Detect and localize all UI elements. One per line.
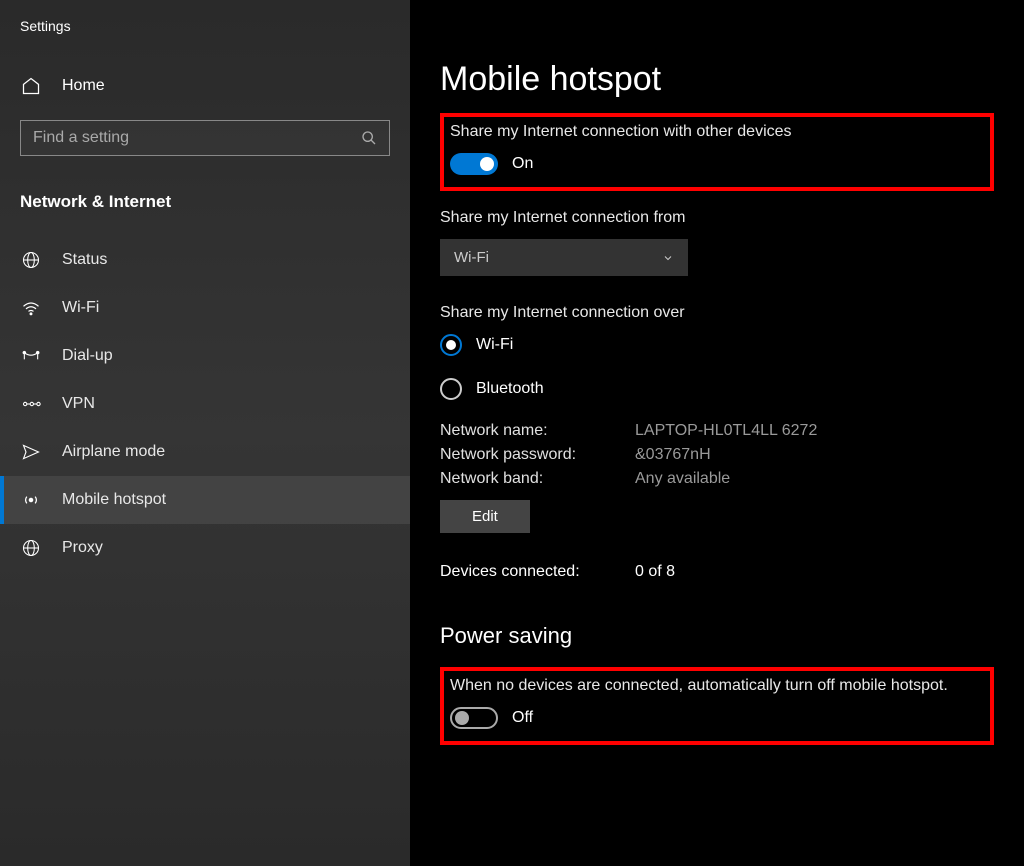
devices-value: 0 of 8 [635,563,675,581]
home-icon [20,76,42,96]
network-password-value: &03767nH [635,446,711,464]
proxy-icon [20,538,42,558]
power-toggle-status: Off [512,709,533,727]
wifi-icon [20,298,42,318]
radio-label: Wi-Fi [476,336,513,354]
globe-icon [20,250,42,270]
radio-icon [440,378,462,400]
home-nav[interactable]: Home [0,64,410,108]
network-name-value: LAPTOP-HL0TL4LL 6272 [635,422,817,440]
power-heading: Power saving [440,623,994,649]
airplane-icon [20,442,42,462]
sidebar-item-label: Airplane mode [62,443,165,461]
sidebar-item-dialup[interactable]: Dial-up [0,332,410,380]
network-band-value: Any available [635,470,730,488]
search-input[interactable] [33,129,361,147]
sidebar: Settings Home Network & Internet Status [0,0,410,866]
devices-label: Devices connected: [440,563,635,581]
sidebar-category: Network & Internet [0,176,410,236]
sidebar-item-airplane[interactable]: Airplane mode [0,428,410,476]
share-toggle-highlight: Share my Internet connection with other … [440,113,994,191]
main-content: Mobile hotspot Share my Internet connect… [410,0,1024,866]
sidebar-item-wifi[interactable]: Wi-Fi [0,284,410,332]
over-radio-wifi[interactable]: Wi-Fi [440,334,994,356]
sidebar-item-label: Status [62,251,107,269]
power-label: When no devices are connected, automatic… [450,677,980,695]
from-value: Wi-Fi [454,249,489,266]
sidebar-item-hotspot[interactable]: Mobile hotspot [0,476,410,524]
chevron-down-icon [662,252,674,264]
from-dropdown[interactable]: Wi-Fi [440,239,688,276]
share-toggle-status: On [512,155,533,173]
sidebar-item-proxy[interactable]: Proxy [0,524,410,572]
dialup-icon [20,346,42,366]
hotspot-icon [20,490,42,510]
share-toggle[interactable] [450,153,498,175]
sidebar-item-status[interactable]: Status [0,236,410,284]
power-toggle[interactable] [450,707,498,729]
page-title: Mobile hotspot [440,60,994,99]
sidebar-item-label: Proxy [62,539,103,557]
radio-icon [440,334,462,356]
home-label: Home [62,77,105,95]
over-radio-bluetooth[interactable]: Bluetooth [440,378,994,400]
radio-label: Bluetooth [476,380,544,398]
over-label: Share my Internet connection over [440,304,994,322]
sidebar-item-label: Dial-up [62,347,113,365]
sidebar-item-label: Wi-Fi [62,299,99,317]
power-toggle-highlight: When no devices are connected, automatic… [440,667,994,745]
edit-button[interactable]: Edit [440,500,530,533]
from-label: Share my Internet connection from [440,209,994,227]
network-password-label: Network password: [440,446,635,464]
network-band-label: Network band: [440,470,635,488]
search-box[interactable] [20,120,390,156]
network-name-label: Network name: [440,422,635,440]
search-icon [361,130,377,146]
vpn-icon [20,394,42,414]
sidebar-item-vpn[interactable]: VPN [0,380,410,428]
share-label: Share my Internet connection with other … [450,123,980,141]
sidebar-item-label: VPN [62,395,95,413]
sidebar-item-label: Mobile hotspot [62,491,166,509]
app-title: Settings [0,10,410,64]
